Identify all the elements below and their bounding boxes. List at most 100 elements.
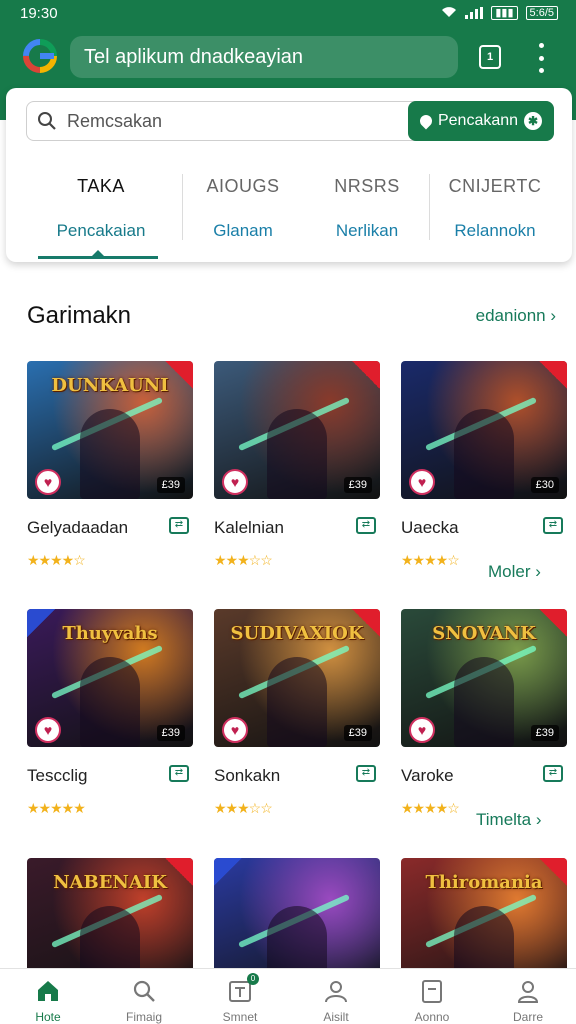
add-to-list-icon[interactable]: ⇄ xyxy=(543,517,563,534)
heart-icon[interactable]: ♥ xyxy=(409,469,435,495)
corner-ribbon xyxy=(214,858,242,886)
game-price: £39 xyxy=(343,725,372,741)
corner-ribbon xyxy=(165,361,193,389)
nav-label: Hote xyxy=(35,1010,61,1024)
overflow-menu-icon[interactable] xyxy=(531,43,551,73)
add-to-list-icon[interactable]: ⇄ xyxy=(356,517,376,534)
nav-label: Aisilt xyxy=(323,1010,349,1024)
game-thumbnail[interactable]: DUNKAUNI ♥ £39 xyxy=(27,361,193,499)
library-icon xyxy=(419,978,445,1004)
app-logo-icon[interactable] xyxy=(22,38,58,74)
star-rating: ★★★☆☆ xyxy=(214,800,273,816)
search-card: Remcsakan Pencakann ✱ TAKA Pencakaian AI… xyxy=(6,88,572,262)
more-link-2[interactable]: Timelta › xyxy=(476,810,542,830)
heart-icon[interactable]: ♥ xyxy=(222,469,248,495)
category-title: CNIJERTC xyxy=(448,176,542,196)
category-title: NRSRS xyxy=(334,176,400,196)
settings-icon: ✱ xyxy=(524,112,543,130)
character-figure xyxy=(267,409,327,499)
corner-ribbon xyxy=(539,361,567,389)
category-tab-0[interactable]: TAKA Pencakaian xyxy=(36,176,166,241)
signal-icon xyxy=(465,7,484,19)
nav-label: Aonno xyxy=(414,1010,450,1024)
category-title: TAKA xyxy=(77,176,125,196)
heart-icon[interactable]: ♥ xyxy=(222,717,248,743)
category-title: AIOUGS xyxy=(206,176,280,196)
add-to-list-icon[interactable]: ⇄ xyxy=(543,765,563,782)
game-price: £39 xyxy=(156,725,185,741)
person-icon xyxy=(323,978,349,1004)
nav-account[interactable]: Darre xyxy=(480,969,576,1024)
category-tab-2[interactable]: NRSRS Nerlikan xyxy=(302,176,432,241)
nav-home[interactable]: Hote xyxy=(0,969,96,1024)
home-icon xyxy=(35,978,61,1004)
search-icon xyxy=(37,111,57,131)
game-thumbnail[interactable]: SUDIVAXIOK ♥ £39 xyxy=(214,609,380,747)
game-thumbnail[interactable]: SNOVANK ♥ £39 xyxy=(401,609,567,747)
battery-status: 5:6/5 xyxy=(525,6,558,20)
corner-ribbon xyxy=(539,609,567,637)
add-to-list-icon[interactable]: ⇄ xyxy=(169,517,189,534)
nav-search[interactable]: Fimaig xyxy=(96,969,192,1024)
star-rating: ★★★★☆ xyxy=(27,552,86,568)
game-price: £39 xyxy=(530,725,559,741)
category-tab-1[interactable]: AIOUGS Glanam xyxy=(178,176,308,241)
active-tab-notch xyxy=(92,250,104,256)
game-card[interactable]: SNOVANK ♥ £39 Varoke ⇄ ★★★★☆ xyxy=(401,609,567,817)
location-pin-icon xyxy=(417,112,435,130)
game-card[interactable]: ♥ £39 Kalelnian ⇄ ★★★☆☆ xyxy=(214,361,380,569)
game-card[interactable]: SUDIVAXIOK ♥ £39 Sonkakn ⇄ ★★★☆☆ xyxy=(214,609,380,817)
game-card[interactable]: DUNKAUNI ♥ £39 Gelyadaadan ⇄ ★★★★☆ xyxy=(27,361,193,569)
see-all-link[interactable]: edanionn › xyxy=(476,306,556,326)
game-price: £39 xyxy=(343,477,372,493)
game-thumbnail[interactable]: Thuyvahs ♥ £39 xyxy=(27,609,193,747)
nav-store[interactable]: 0 Smnet xyxy=(192,969,288,1024)
more-link-1[interactable]: Moler › xyxy=(488,562,541,582)
category-tab-3[interactable]: CNIJERTC Relannokn xyxy=(430,176,560,241)
url-bar[interactable]: Tel aplikum dnadkeayian xyxy=(70,36,458,78)
search-field[interactable]: Remcsakan Pencakann ✱ xyxy=(26,101,554,141)
status-time: 19:30 xyxy=(20,4,58,22)
corner-ribbon xyxy=(352,361,380,389)
add-to-list-icon[interactable]: ⇄ xyxy=(169,765,189,782)
section-title: Garimakn xyxy=(27,302,132,329)
search-icon xyxy=(131,978,157,1004)
category-subtitle: Pencakaian xyxy=(56,221,146,240)
category-subtitle: Glanam xyxy=(213,221,273,240)
search-button[interactable]: Pencakann ✱ xyxy=(408,101,554,141)
heart-icon[interactable]: ♥ xyxy=(35,717,61,743)
character-figure xyxy=(267,657,327,747)
star-rating: ★★★☆☆ xyxy=(214,552,273,568)
more-link-label: Timelta xyxy=(476,810,532,829)
nav-profile[interactable]: Aisilt xyxy=(288,969,384,1024)
star-rating: ★★★★☆ xyxy=(401,552,460,568)
character-figure xyxy=(454,409,514,499)
see-all-label: edanionn xyxy=(475,306,546,325)
nav-label: Smnet xyxy=(222,1010,258,1024)
character-figure xyxy=(80,409,140,499)
corner-ribbon xyxy=(165,858,193,886)
nav-label: Fimaig xyxy=(125,1010,162,1024)
game-thumbnail[interactable]: ♥ £30 xyxy=(401,361,567,499)
game-price: £39 xyxy=(156,477,185,493)
store-icon: 0 xyxy=(227,973,259,1004)
game-card[interactable]: Thuyvahs ♥ £39 Tescclig ⇄ ★★★★★ xyxy=(27,609,193,817)
more-link-label: Moler xyxy=(488,562,531,581)
game-thumbnail[interactable]: ♥ £39 xyxy=(214,361,380,499)
tabs-button[interactable]: 1 xyxy=(479,45,501,69)
add-to-list-icon[interactable]: ⇄ xyxy=(356,765,376,782)
category-subtitle: Nerlikan xyxy=(335,221,399,240)
nav-library[interactable]: Aonno xyxy=(384,969,480,1024)
heart-icon[interactable]: ♥ xyxy=(35,469,61,495)
search-button-label: Pencakann xyxy=(437,112,519,129)
corner-ribbon xyxy=(539,858,567,886)
corner-ribbon xyxy=(352,609,380,637)
battery-icon: ▮▮▮ xyxy=(491,6,518,20)
search-input[interactable]: Remcsakan xyxy=(67,102,162,140)
store-badge: 0 xyxy=(247,973,259,985)
account-icon xyxy=(515,978,541,1004)
character-figure xyxy=(80,657,140,747)
heart-icon[interactable]: ♥ xyxy=(409,717,435,743)
game-card[interactable]: ♥ £30 Uaecka ⇄ ★★★★☆ xyxy=(401,361,567,569)
bottom-navigation: Hote Fimaig 0 Smnet Aisilt Aonno Darre xyxy=(0,968,576,1024)
